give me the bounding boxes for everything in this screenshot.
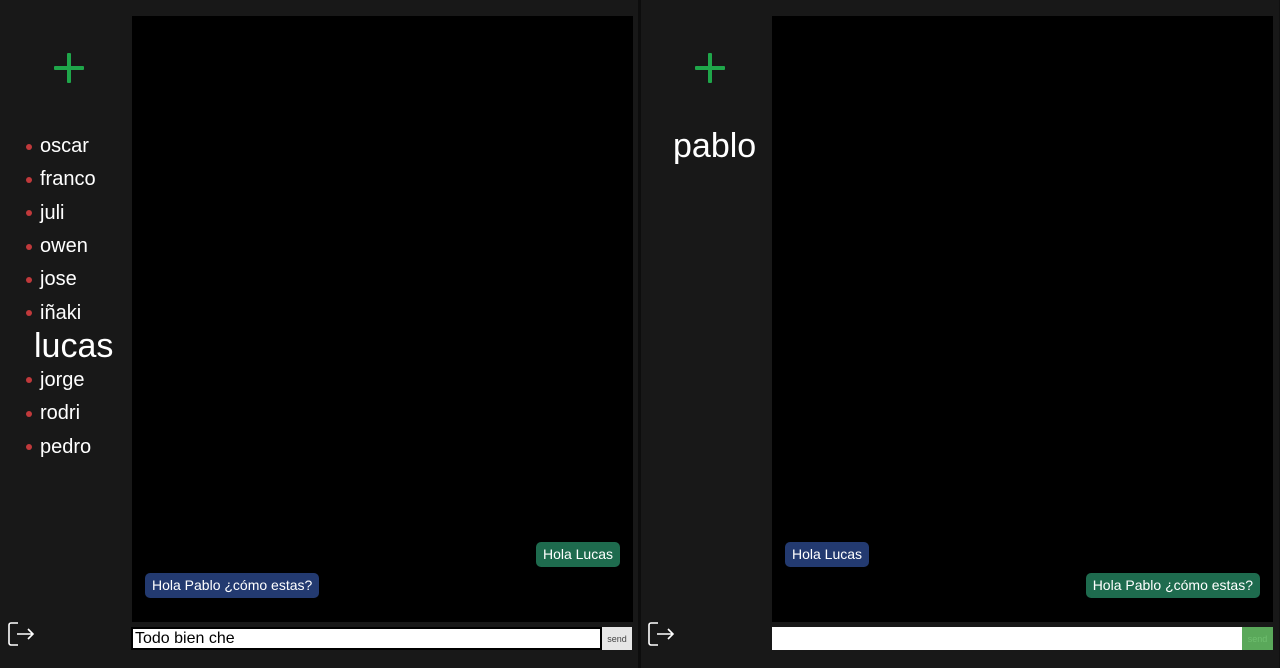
contact-name: lucas xyxy=(34,327,114,366)
logout-icon[interactable] xyxy=(7,620,35,648)
contact-name: owen xyxy=(40,235,88,258)
sidebar xyxy=(641,0,772,668)
logout-icon[interactable] xyxy=(647,620,675,648)
contact-item[interactable]: jorge xyxy=(26,364,113,397)
contact-item[interactable]: franco xyxy=(26,163,113,196)
message-composer: send xyxy=(772,627,1273,650)
contact-item[interactable]: owen xyxy=(26,230,113,263)
contact-name: juli xyxy=(40,201,65,224)
offline-dot-icon xyxy=(26,210,32,217)
message-bubble-incoming: Hola Lucas xyxy=(785,542,870,567)
offline-dot-icon xyxy=(26,377,32,384)
add-contact-icon[interactable] xyxy=(54,53,84,83)
contact-name: franco xyxy=(40,168,96,191)
message-input[interactable] xyxy=(772,627,1242,650)
message-input[interactable] xyxy=(131,627,602,650)
offline-dot-icon xyxy=(26,310,32,317)
contact-name: oscar xyxy=(40,135,89,158)
chat-window-right: Hola Lucas Hola Pablo ¿cómo estas? send xyxy=(641,0,1279,668)
contact-name: jorge xyxy=(40,368,85,391)
chat-window-left: oscar franco juli owen jose iñaki lucas … xyxy=(0,0,638,668)
contact-name: jose xyxy=(40,268,77,291)
offline-dot-icon xyxy=(26,243,32,250)
message-bubble-incoming: Hola Pablo ¿cómo estas? xyxy=(145,573,320,598)
send-button[interactable]: send xyxy=(602,627,632,650)
offline-dot-icon xyxy=(26,143,32,150)
contact-item[interactable]: iñaki xyxy=(26,296,113,329)
add-contact-icon[interactable] xyxy=(695,53,725,83)
sidebar: oscar franco juli owen jose iñaki lucas … xyxy=(0,0,131,668)
offline-dot-icon xyxy=(26,444,32,451)
contact-item[interactable]: rodri xyxy=(26,397,113,430)
contact-item[interactable]: oscar xyxy=(26,130,113,163)
message-composer: send xyxy=(131,627,632,650)
message-bubble-outgoing: Hola Lucas xyxy=(535,542,620,567)
message-area: Hola Lucas Hola Pablo ¿cómo estas? xyxy=(132,16,633,622)
message-area: Hola Lucas Hola Pablo ¿cómo estas? xyxy=(772,16,1273,622)
offline-dot-icon xyxy=(26,410,32,417)
contact-name: pedro xyxy=(40,435,92,458)
contact-name: rodri xyxy=(40,402,81,425)
contact-item[interactable]: pedro xyxy=(26,430,113,463)
contact-item[interactable]: juli xyxy=(26,197,113,230)
send-button[interactable]: send xyxy=(1242,627,1273,650)
contact-item-active[interactable]: lucas xyxy=(26,327,114,366)
offline-dot-icon xyxy=(26,276,32,283)
offline-dot-icon xyxy=(26,176,32,183)
contact-item[interactable]: jose xyxy=(26,263,113,296)
message-bubble-outgoing: Hola Pablo ¿cómo estas? xyxy=(1085,573,1260,598)
contact-item-active[interactable]: pablo xyxy=(673,127,756,166)
contact-name: iñaki xyxy=(40,301,82,324)
contact-list: oscar franco juli owen jose iñaki lucas … xyxy=(26,130,113,464)
